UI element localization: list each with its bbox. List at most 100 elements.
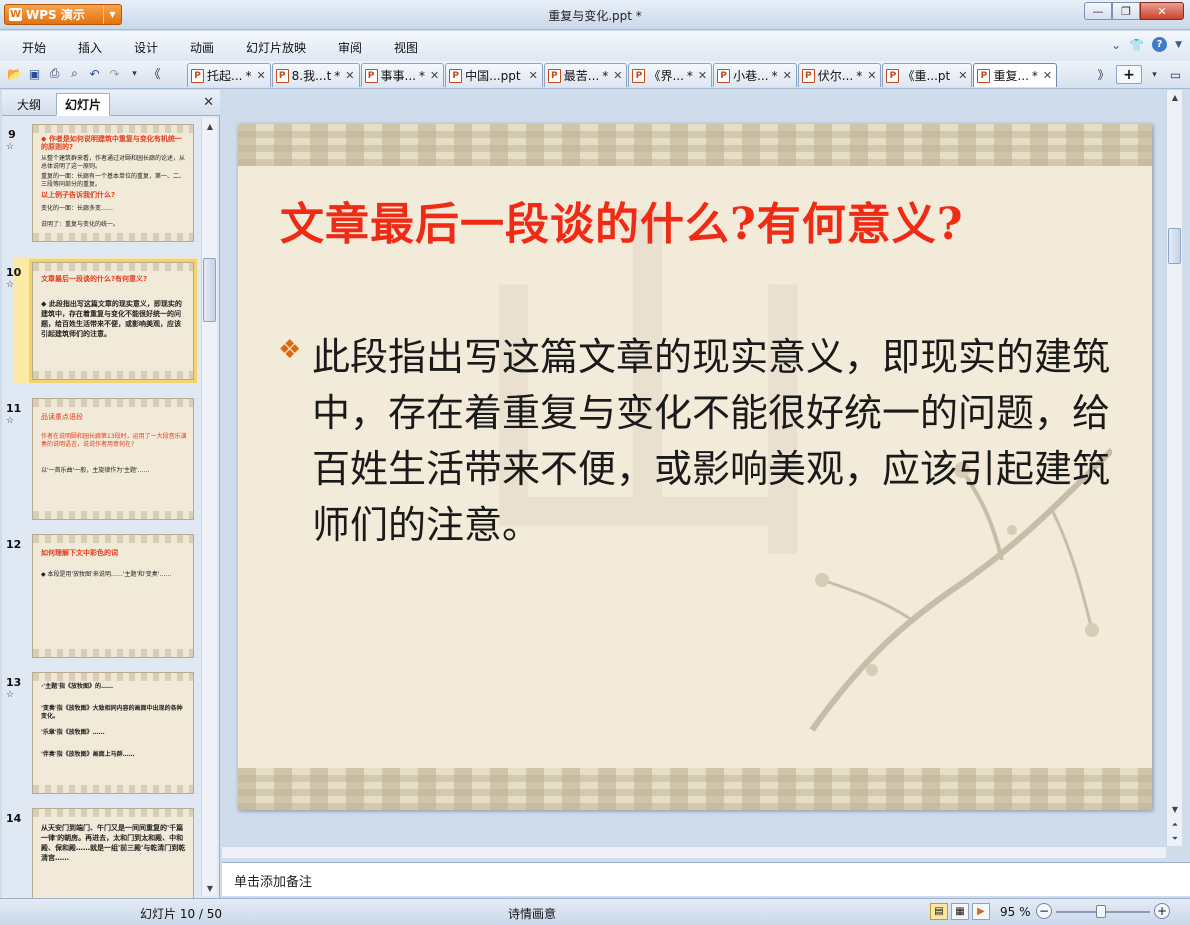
doc-tab[interactable]: P 托起... * ✕	[187, 63, 271, 87]
ribbon-collapse-icon[interactable]: ⌄	[1111, 38, 1121, 52]
current-slide[interactable]: 山 文章最后一段谈的什么?有何意义? ❖ 此段指出写这篇文章的现实意义，即现实的…	[238, 124, 1152, 810]
close-icon[interactable]: ✕	[613, 69, 622, 82]
window-title: 重复与变化.ppt *	[548, 9, 642, 23]
editor-horizontal-scrollbar[interactable]	[222, 846, 1166, 858]
new-doc-dropdown-icon[interactable]: ▾	[1146, 66, 1163, 83]
tab-slides[interactable]: 幻灯片	[56, 93, 111, 116]
thumb-text: 变化的一面：长廊多变……	[41, 205, 114, 212]
thumbnail-preview: 品读重点语段 作者在说明颐和园长廊第13段时，运用了一大段音乐演奏的说明语言，说…	[32, 398, 194, 520]
menu-view[interactable]: 视图	[394, 39, 418, 56]
slide-bullet[interactable]: ❖ 此段指出写这篇文章的现实意义，即现实的建筑中，存在着重复与变化不能很好统一的…	[278, 329, 1118, 553]
menu-design[interactable]: 设计	[134, 39, 158, 56]
slide-thumbnail-list: 9 ☆ ◆ 作者是如何说明建筑中重复与变化有机统一的原则的? 从整个建筑群来看，…	[2, 118, 202, 898]
skin-shirt-icon[interactable]: 👕	[1129, 38, 1144, 52]
zoom-level[interactable]: 95 %	[1000, 905, 1031, 919]
tabs-scroll-left-icon[interactable]: 《	[146, 65, 163, 82]
scroll-down-icon[interactable]: ▼	[202, 880, 218, 896]
doc-tab[interactable]: P 《重...pt ✕	[882, 63, 973, 87]
previous-slide-icon[interactable]: ⏶	[1167, 818, 1183, 832]
slide-thumbnail-selected[interactable]: 10 ☆ 文章最后一段谈的什么?有何意义? ◆ 此段指出写这篇文章的现实意义，即…	[6, 258, 198, 384]
thumb-text: 如何理解下文中彩色的词	[41, 549, 118, 557]
status-bar: 幻灯片 10 / 50 诗情画意 ▤ ▦ ▶ 95 % − +	[0, 898, 1190, 925]
scroll-up-icon[interactable]: ▲	[202, 118, 218, 134]
help-dropdown-icon[interactable]: ▼	[1175, 40, 1182, 50]
new-document-button[interactable]: +	[1116, 65, 1142, 84]
scroll-thumb[interactable]	[1168, 228, 1181, 264]
slide-thumbnail[interactable]: 9 ☆ ◆ 作者是如何说明建筑中重复与变化有机统一的原则的? 从整个建筑群来看，…	[6, 124, 198, 242]
decorative-border-bottom	[238, 768, 1152, 810]
ppt-file-icon: P	[364, 68, 378, 83]
ribbon-menu-bar: 开始 插入 设计 动画 幻灯片放映 审阅 视图 ⌄ 👕 ? ▼	[0, 31, 1190, 61]
notes-placeholder[interactable]: 单击添加备注	[234, 871, 312, 890]
close-icon[interactable]: ✕	[345, 69, 354, 82]
tab-outline[interactable]: 大纲	[8, 93, 50, 116]
slideshow-play-icon[interactable]: ▶	[972, 903, 990, 920]
doc-tab[interactable]: P 最苦... * ✕	[543, 63, 628, 87]
scroll-thumb[interactable]	[203, 258, 216, 322]
thumbnail-preview: 从天安门到端门、午门又是一间间重复的'千篇一律'的朝房。再进去，太和门到太和殿、…	[32, 808, 194, 898]
slide-sorter-view-icon[interactable]: ▦	[951, 903, 969, 920]
scroll-up-icon[interactable]: ▲	[1167, 90, 1183, 104]
doc-tab[interactable]: P 《界... * ✕	[628, 63, 713, 87]
slide-navigation-pane: 大纲 幻灯片 ✕ 9 ☆ ◆ 作者是如何说明建筑中重复与变化有机统一的原则的? …	[2, 90, 220, 898]
close-icon[interactable]: ✕	[256, 69, 265, 82]
save-icon[interactable]: ▣	[26, 65, 43, 82]
thumb-text: 从整个建筑群来看，作者通过对颐和园长廊的论述，从总体说明了这一原则。	[41, 155, 186, 170]
doc-tab-label: 《界...	[648, 69, 684, 83]
close-icon[interactable]: ✕	[698, 69, 707, 82]
help-icon[interactable]: ?	[1152, 37, 1168, 52]
print-preview-icon[interactable]: ⌕	[66, 65, 83, 82]
close-button[interactable]: ✕	[1140, 2, 1184, 20]
zoom-in-button[interactable]: +	[1154, 903, 1170, 919]
close-icon[interactable]: ✕	[1043, 69, 1052, 82]
undo-icon[interactable]: ↶	[86, 65, 103, 82]
thumb-text: ◆ 本段是用'放牧图'来说明……'主题'和'变奏'……	[41, 571, 172, 578]
editor-vertical-scrollbar[interactable]: ▲ ▼ ⏶ ⏷	[1166, 90, 1182, 846]
slide-editor-area: 山 文章最后一段谈的什么?有何意义? ❖ 此段指出写这篇文章的现实意义，即现实的…	[222, 90, 1190, 860]
scroll-down-icon[interactable]: ▼	[1167, 802, 1183, 816]
restore-button[interactable]: ❐	[1112, 2, 1140, 20]
print-icon[interactable]: ⎙	[46, 65, 63, 82]
close-icon[interactable]: ✕	[529, 69, 538, 82]
doc-tab[interactable]: P 事事... * ✕	[360, 63, 445, 87]
doc-tab[interactable]: P 中国...ppt ✕	[445, 63, 543, 87]
close-icon[interactable]: ✕	[867, 69, 876, 82]
redo-icon[interactable]: ↷	[106, 65, 123, 82]
menu-review[interactable]: 审阅	[338, 39, 362, 56]
minimize-button[interactable]: —	[1084, 2, 1112, 20]
tabs-scroll-right-icon[interactable]: 》	[1095, 66, 1112, 83]
thumbnail-preview: 如何理解下文中彩色的词 ◆ 本段是用'放牧图'来说明……'主题'和'变奏'……	[32, 534, 194, 658]
menu-insert[interactable]: 插入	[78, 39, 102, 56]
doc-tab[interactable]: P 8.我...t * ✕	[271, 63, 360, 87]
normal-view-icon[interactable]: ▤	[930, 903, 948, 920]
zoom-slider-handle[interactable]	[1096, 905, 1106, 918]
next-slide-icon[interactable]: ⏷	[1167, 832, 1183, 846]
zoom-out-button[interactable]: −	[1036, 903, 1052, 919]
close-icon[interactable]: ✕	[430, 69, 439, 82]
slide-title[interactable]: 文章最后一段谈的什么?有何意义?	[280, 188, 964, 252]
slide-thumbnail[interactable]: 14 从天安门到端门、午门又是一间间重复的'千篇一律'的朝房。再进去，太和门到太…	[6, 808, 198, 898]
slide-thumbnail[interactable]: 13 ☆ ·'主题'指《放牧图》的…… '变奏'指《放牧图》大致相同内容的画面中…	[6, 672, 198, 794]
customize-toolbar-icon[interactable]: ▾	[126, 65, 143, 82]
doc-tab-label: 8.我...t	[291, 69, 332, 83]
close-icon[interactable]: ✕	[783, 69, 792, 82]
quick-access-toolbar: 📂 ▣ ⎙ ⌕ ↶ ↷ ▾ 《 P 托起... * ✕ P 8.我...t * ✕ P事…	[0, 61, 1190, 89]
slide-number: 9	[8, 128, 16, 141]
menu-home[interactable]: 开始	[22, 39, 46, 56]
menu-animation[interactable]: 动画	[190, 39, 214, 56]
window-layout-icon[interactable]: ▭	[1167, 66, 1184, 83]
thumb-text: 以'一首乐曲'一般，主旋律作为'主题'……	[41, 467, 150, 474]
doc-tab-label: 最苦...	[563, 69, 600, 83]
open-folder-icon[interactable]: 📂	[6, 65, 23, 82]
doc-tab[interactable]: P 伏尔... * ✕	[797, 63, 882, 87]
close-icon[interactable]: ✕	[203, 95, 214, 110]
slide-thumbnail[interactable]: 12 如何理解下文中彩色的词 ◆ 本段是用'放牧图'来说明……'主题'和'变奏'…	[6, 534, 198, 658]
slide-thumbnail[interactable]: 11 ☆ 品读重点语段 作者在说明颐和园长廊第13段时，运用了一大段音乐演奏的说…	[6, 398, 198, 520]
doc-tab[interactable]: P 小巷... * ✕	[713, 63, 797, 87]
thumbnail-scrollbar[interactable]: ▲ ▼	[201, 118, 217, 896]
menu-slideshow[interactable]: 幻灯片放映	[246, 39, 306, 56]
thumbnail-preview: 文章最后一段谈的什么?有何意义? ◆ 此段指出写这篇文章的现实意义，即现实的建筑…	[29, 259, 197, 383]
close-icon[interactable]: ✕	[958, 69, 967, 82]
notes-pane[interactable]: 单击添加备注	[222, 862, 1190, 896]
doc-tab-active[interactable]: P 重复... * ✕	[973, 63, 1058, 87]
